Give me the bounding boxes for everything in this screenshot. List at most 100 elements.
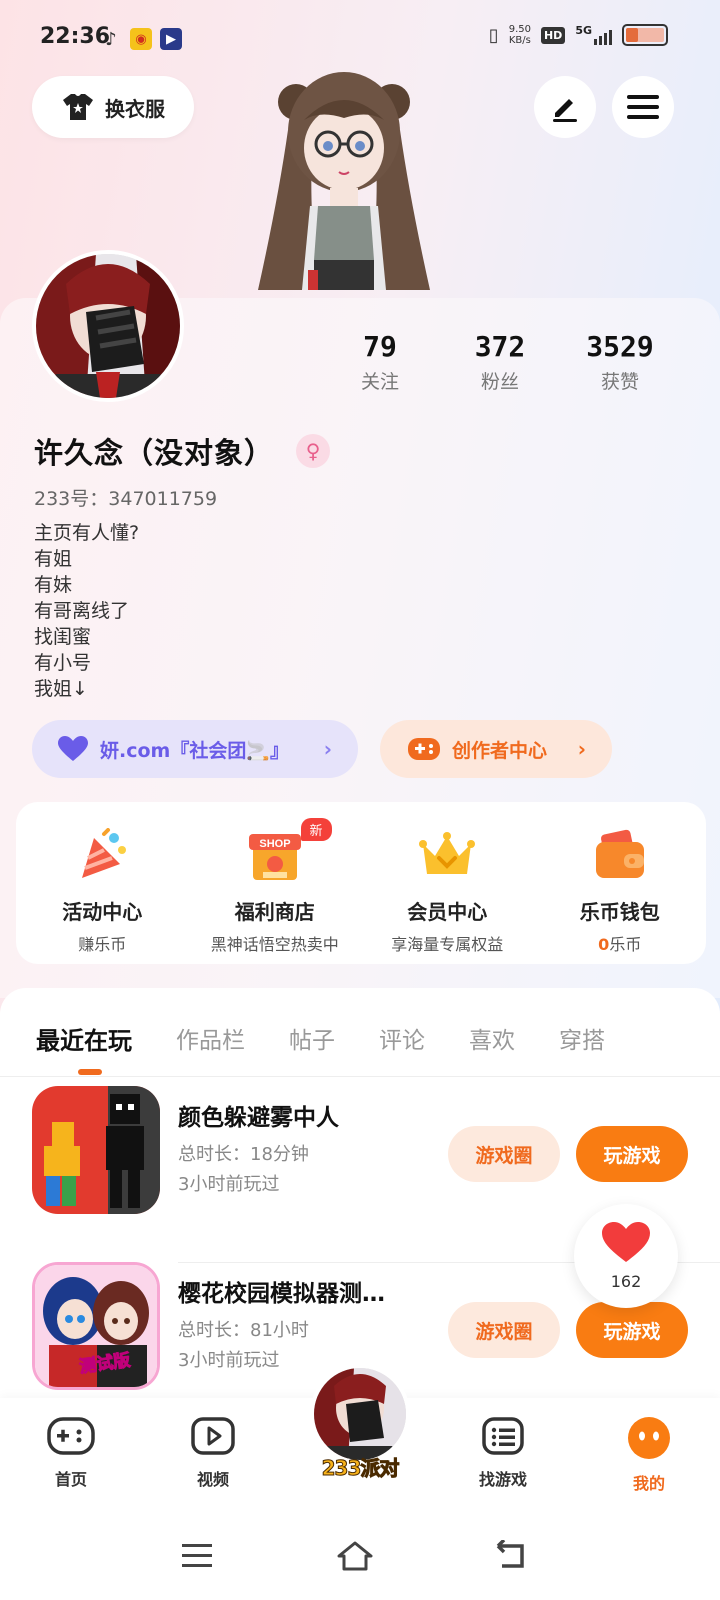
list-icon [482,1417,524,1455]
bio-line: 主页有人懂? [34,522,140,544]
party-popper-icon [74,828,130,884]
change-outfit-button[interactable]: 换衣服 [32,76,194,138]
game-last-played: 3小时前玩过 [178,1350,280,1371]
tab-posts[interactable]: 帖子 [289,1021,335,1055]
creator-center-label: 创作者中心 [452,739,548,762]
home-button[interactable] [336,1540,376,1580]
menu-button[interactable] [612,76,674,138]
tabs-divider [0,1076,720,1077]
signal-icon: 5G [575,25,612,45]
nav-label: 我的 [632,1474,665,1493]
heart-icon [602,1222,650,1262]
like-float-button[interactable]: 162 [574,1204,678,1308]
game-last-played: 3小时前玩过 [178,1174,280,1195]
avatar-character[interactable] [258,60,430,300]
game-icon[interactable] [32,1086,160,1214]
play-game-button[interactable]: 玩游戏 [576,1126,688,1182]
feature-vip-center[interactable]: 会员中心 享海量专属权益 [361,828,534,964]
feature-title: 活动中心 [62,900,143,924]
nav-label: 视频 [196,1470,229,1489]
chevron-right-icon: › [323,737,332,761]
tab-recently-played[interactable]: 最近在玩 [36,1021,132,1075]
profile-avatar[interactable] [32,250,184,402]
edit-profile-button[interactable] [534,76,596,138]
stat-likes[interactable]: 3529 获赞 [560,330,680,394]
tshirt-icon [63,94,93,120]
nav-find-games[interactable]: 找游戏 [458,1416,548,1490]
heart-icon [58,736,88,761]
tab-outfits[interactable]: 穿搭 [559,1021,605,1055]
tab-likes[interactable]: 喜欢 [469,1021,515,1055]
group-pill-label: 妍.com『社会团🚬』 [100,739,289,762]
bio-line: 有小号 [34,652,92,674]
shop-icon: SHOP [247,828,303,884]
network-type: 5G [575,24,592,37]
nav-label: 233派对 [321,1456,400,1481]
bio-line: 有哥离线了 [34,600,130,622]
gamepad-plus-icon [408,738,440,760]
bottom-nav: 首页 视频 233派对 找游戏 我的 [0,1364,720,1510]
feature-subtitle: 享海量专属权益 [391,935,504,954]
hamburger-menu-icon [627,95,659,119]
status-right: ▯ 9.50 KB/s HD 5G [489,24,668,46]
nickname-row: 许久念（没对象） ♀ [34,430,331,472]
game-duration: 总时长：81小时 [178,1320,309,1341]
change-outfit-label: 换衣服 [105,96,165,121]
tab-works[interactable]: 作品栏 [176,1021,245,1055]
party-avatar [310,1364,410,1464]
game-duration: 总时长：18分钟 [178,1144,309,1165]
feature-coin-wallet[interactable]: 乐币钱包 0乐币 [534,828,707,964]
bio-line: 有妹 [34,574,73,596]
nav-video[interactable]: 视频 [168,1416,258,1490]
nav-home[interactable]: 首页 [26,1416,116,1490]
wallet-icon [592,828,648,884]
home-icon [337,1541,373,1571]
feature-title: 福利商店 [234,900,315,924]
play-game-button[interactable]: 玩游戏 [576,1302,688,1358]
nav-mine[interactable]: 我的 [604,1416,694,1494]
stat-followers[interactable]: 372 粉丝 [440,330,560,394]
stat-label: 获赞 [600,371,639,393]
feature-subtitle: 黑神话悟空热卖中 [210,935,339,954]
net-speed: 9.50 KB/s [509,24,531,46]
vibrate-icon: ▯ [488,24,499,46]
game-icon[interactable]: 测试版 [32,1262,160,1390]
page: 22:36 ♪ ◉ ▶ ▯ 9.50 KB/s HD 5G 换衣服 79 关注 … [0,0,720,1600]
stat-value: 79 [363,330,397,363]
nav-party[interactable]: 233派对 [306,1364,414,1504]
like-count: 162 [610,1272,642,1291]
stat-following[interactable]: 79 关注 [320,330,440,394]
feature-title: 会员中心 [407,900,488,924]
female-gender-icon: ♀ [296,434,331,468]
stat-label: 粉丝 [480,371,519,393]
net-speed-unit: KB/s [508,35,531,46]
stat-value: 3529 [586,330,654,363]
coin-balance: 0 [598,935,610,954]
new-badge: 新 [300,818,332,841]
video-play-icon [191,1417,235,1455]
group-pill-button[interactable]: 妍.com『社会团🚬』 › [32,720,358,778]
feature-panel: 活动中心 赚乐币 新 SHOP 福利商店 黑神话悟空热卖中 会员中心 享海量专属… [16,802,706,964]
creator-center-button[interactable]: 创作者中心 › [380,720,612,778]
feature-welfare-shop[interactable]: 新 SHOP 福利商店 黑神话悟空热卖中 [189,818,362,964]
game-circle-button[interactable]: 游戏圈 [448,1302,560,1358]
bio-line: 我姐↓ [34,678,88,700]
bio: 主页有人懂? 有姐 有妹 有哥离线了 找闺蜜 有小号 我姐↓ [34,520,139,702]
back-button[interactable] [494,1538,534,1580]
feature-subtitle: 赚乐币 [78,935,127,954]
video-app-icon: ▶ [160,28,182,50]
hd-badge: HD [540,26,566,44]
tab-comments[interactable]: 评论 [379,1021,425,1055]
game-circle-button[interactable]: 游戏圈 [448,1126,560,1182]
chevron-right-icon: › [577,737,586,761]
back-icon [496,1538,524,1568]
system-nav-bar [0,1510,720,1600]
recent-apps-button[interactable] [180,1540,220,1580]
svg-text:SHOP: SHOP [259,838,290,850]
smile-face-icon [628,1417,670,1459]
crown-icon [419,828,476,884]
feature-title: 乐币钱包 [579,900,660,924]
feature-activity-center[interactable]: 活动中心 赚乐币 [16,828,189,964]
pen-icon [553,99,577,122]
nav-label: 首页 [54,1470,87,1489]
